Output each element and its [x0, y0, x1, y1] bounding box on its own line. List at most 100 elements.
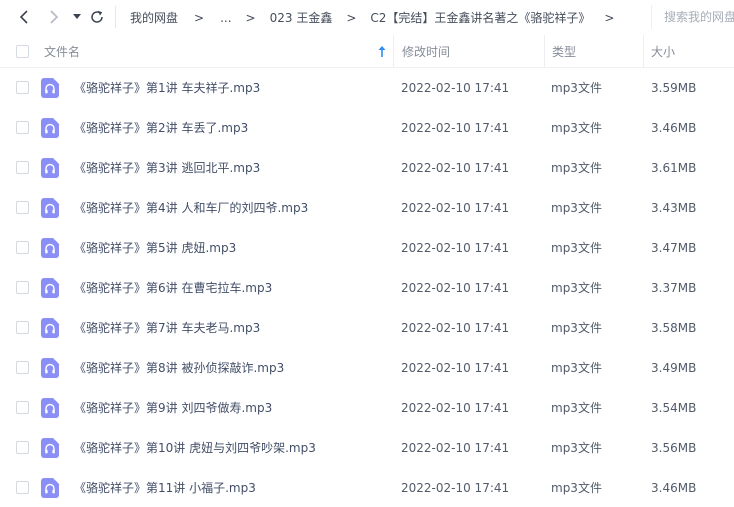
audio-file-icon: [41, 398, 59, 418]
file-type: mp3文件: [551, 361, 602, 375]
column-header-modified[interactable]: 修改时间: [393, 35, 544, 68]
select-all-checkbox[interactable]: [16, 45, 29, 58]
row-checkbox[interactable]: [16, 161, 29, 174]
file-modified-time: 2022-02-10 17:41: [401, 81, 510, 95]
file-modified-time: 2022-02-10 17:41: [401, 241, 510, 255]
file-name[interactable]: 《骆驼祥子》第7讲 车夫老马.mp3: [74, 308, 260, 348]
file-type: mp3文件: [551, 481, 602, 495]
search-input[interactable]: [664, 10, 734, 24]
file-name[interactable]: 《骆驼祥子》第2讲 车丢了.mp3: [74, 108, 248, 148]
table-row[interactable]: 《骆驼祥子》第1讲 车夫祥子.mp3 2022-02-10 17:41 mp3文件 3…: [0, 68, 734, 108]
file-modified-time: 2022-02-10 17:41: [401, 401, 510, 415]
file-size: 3.61MB: [651, 161, 697, 175]
file-size: 3.56MB: [651, 441, 697, 455]
table-row[interactable]: 《骆驼祥子》第6讲 在曹宅拉车.mp3 2022-02-10 17:41 mp3文件…: [0, 268, 734, 308]
file-name[interactable]: 《骆驼祥子》第5讲 虎妞.mp3: [74, 228, 236, 268]
row-checkbox[interactable]: [16, 241, 29, 254]
table-header: 文件名 修改时间 类型 大小: [0, 35, 734, 68]
back-button[interactable]: [15, 8, 33, 26]
column-header-name-label: 文件名: [44, 45, 81, 59]
file-type: mp3文件: [551, 281, 602, 295]
file-type: mp3文件: [551, 121, 602, 135]
audio-file-icon: [41, 478, 59, 498]
file-type: mp3文件: [551, 81, 602, 95]
breadcrumb-separator: >: [194, 10, 205, 25]
table-row[interactable]: 《骆驼祥子》第7讲 车夫老马.mp3 2022-02-10 17:41 mp3文件 3…: [0, 308, 734, 348]
file-modified-time: 2022-02-10 17:41: [401, 201, 510, 215]
row-checkbox[interactable]: [16, 321, 29, 334]
file-type: mp3文件: [551, 241, 602, 255]
breadcrumb-item-folder[interactable]: 023 王金鑫: [270, 9, 333, 26]
file-name[interactable]: 《骆驼祥子》第11讲 小福子.mp3: [74, 468, 256, 507]
file-name[interactable]: 《骆驼祥子》第9讲 刘四爷做寿.mp3: [74, 388, 272, 428]
audio-file-icon: [41, 358, 59, 378]
file-name[interactable]: 《骆驼祥子》第8讲 被孙侦探敲诈.mp3: [74, 348, 284, 388]
column-header-name[interactable]: 文件名: [44, 35, 393, 68]
search-box: [651, 5, 734, 29]
table-row[interactable]: 《骆驼祥子》第3讲 逃回北平.mp3 2022-02-10 17:41 mp3文件 3…: [0, 148, 734, 188]
chevron-right-icon: [50, 10, 59, 24]
file-size: 3.47MB: [651, 241, 697, 255]
column-header-type[interactable]: 类型: [544, 35, 643, 68]
breadcrumb-item-ellipsis[interactable]: ...: [220, 11, 231, 25]
row-checkbox[interactable]: [16, 201, 29, 214]
file-type: mp3文件: [551, 441, 602, 455]
file-size: 3.54MB: [651, 401, 697, 415]
breadcrumb-item-root[interactable]: 我的网盘: [130, 9, 178, 26]
file-size: 3.46MB: [651, 121, 697, 135]
file-modified-time: 2022-02-10 17:41: [401, 121, 510, 135]
file-name[interactable]: 《骆驼祥子》第4讲 人和车厂的刘四爷.mp3: [74, 188, 308, 228]
refresh-icon: [91, 10, 103, 23]
row-checkbox[interactable]: [16, 441, 29, 454]
audio-file-icon: [41, 278, 59, 298]
history-dropdown-button[interactable]: [70, 8, 84, 26]
table-row[interactable]: 《骆驼祥子》第11讲 小福子.mp3 2022-02-10 17:41 mp3文件 3…: [0, 468, 734, 507]
caret-down-icon: [73, 14, 81, 19]
file-type: mp3文件: [551, 201, 602, 215]
file-type: mp3文件: [551, 321, 602, 335]
table-row[interactable]: 《骆驼祥子》第8讲 被孙侦探敲诈.mp3 2022-02-10 17:41 mp3文…: [0, 348, 734, 388]
table-row[interactable]: 《骆驼祥子》第9讲 刘四爷做寿.mp3 2022-02-10 17:41 mp3文件…: [0, 388, 734, 428]
file-size: 3.58MB: [651, 321, 697, 335]
navigation-bar: 我的网盘 > ... > 023 王金鑫 > C2【完结】王金鑫讲名著之《骆驼祥…: [0, 0, 734, 35]
breadcrumb-item-current[interactable]: C2【完结】王金鑫讲名著之《骆驼祥子》: [370, 9, 590, 26]
audio-file-icon: [41, 438, 59, 458]
table-row[interactable]: 《骆驼祥子》第2讲 车丢了.mp3 2022-02-10 17:41 mp3文件 3.…: [0, 108, 734, 148]
file-size: 3.59MB: [651, 81, 697, 95]
audio-file-icon: [41, 238, 59, 258]
refresh-button[interactable]: [88, 8, 106, 26]
file-name[interactable]: 《骆驼祥子》第10讲 虎妞与刘四爷吵架.mp3: [74, 428, 316, 468]
file-size: 3.43MB: [651, 201, 697, 215]
row-checkbox[interactable]: [16, 481, 29, 494]
file-modified-time: 2022-02-10 17:41: [401, 281, 510, 295]
row-checkbox[interactable]: [16, 81, 29, 94]
column-header-modified-label: 修改时间: [402, 45, 451, 59]
breadcrumb: 我的网盘 > ... > 023 王金鑫 > C2【完结】王金鑫讲名著之《骆驼祥…: [130, 0, 628, 35]
file-size: 3.49MB: [651, 361, 697, 375]
audio-file-icon: [41, 158, 59, 178]
column-header-type-label: 类型: [552, 45, 577, 59]
file-modified-time: 2022-02-10 17:41: [401, 161, 510, 175]
column-header-size-label: 大小: [651, 45, 676, 59]
table-row[interactable]: 《骆驼祥子》第5讲 虎妞.mp3 2022-02-10 17:41 mp3文件 3.4…: [0, 228, 734, 268]
file-name[interactable]: 《骆驼祥子》第1讲 车夫祥子.mp3: [74, 68, 260, 108]
toolbar-divider: [115, 6, 116, 28]
column-header-size[interactable]: 大小: [643, 35, 734, 68]
breadcrumb-separator: >: [245, 10, 256, 25]
arrow-up-icon[interactable]: [377, 45, 387, 58]
forward-button[interactable]: [45, 8, 63, 26]
file-name[interactable]: 《骆驼祥子》第3讲 逃回北平.mp3: [74, 148, 260, 188]
breadcrumb-separator: >: [346, 10, 357, 25]
chevron-left-icon: [19, 10, 28, 24]
table-row[interactable]: 《骆驼祥子》第10讲 虎妞与刘四爷吵架.mp3 2022-02-10 17:41 m…: [0, 428, 734, 468]
file-size: 3.46MB: [651, 481, 697, 495]
file-modified-time: 2022-02-10 17:41: [401, 441, 510, 455]
row-checkbox[interactable]: [16, 281, 29, 294]
file-name[interactable]: 《骆驼祥子》第6讲 在曹宅拉车.mp3: [74, 268, 272, 308]
file-type: mp3文件: [551, 161, 602, 175]
row-checkbox[interactable]: [16, 361, 29, 374]
file-size: 3.37MB: [651, 281, 697, 295]
row-checkbox[interactable]: [16, 121, 29, 134]
table-row[interactable]: 《骆驼祥子》第4讲 人和车厂的刘四爷.mp3 2022-02-10 17:41 mp…: [0, 188, 734, 228]
row-checkbox[interactable]: [16, 401, 29, 414]
